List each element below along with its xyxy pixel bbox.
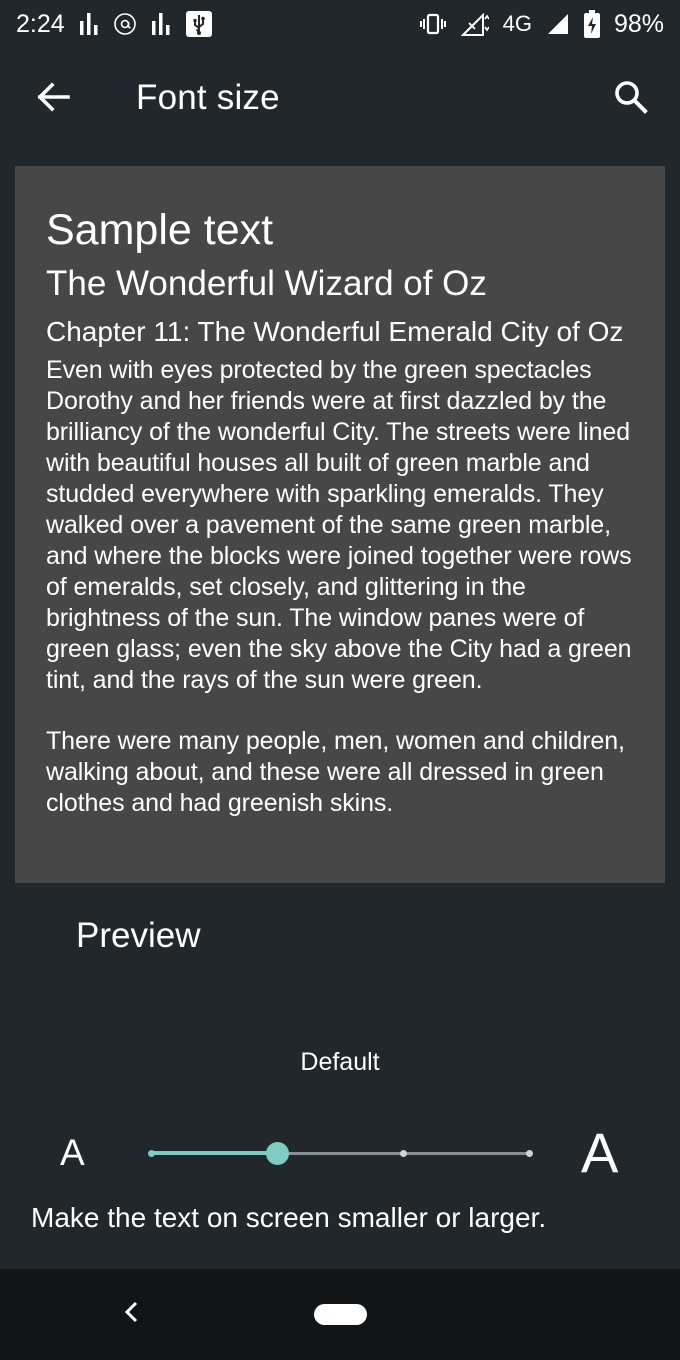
slider-step-2[interactable] [399, 1150, 407, 1157]
large-text-glyph: A [581, 1121, 619, 1184]
slider-step-0[interactable] [147, 1150, 155, 1157]
home-pill-icon[interactable] [314, 1304, 367, 1325]
cell-signal-icon [546, 12, 570, 36]
navigation-bar [0, 1269, 680, 1360]
font-size-current-label: Default [300, 1048, 380, 1076]
slider-fill [151, 1151, 277, 1155]
battery-percent: 98% [613, 9, 664, 38]
app-bar: Font size [0, 48, 680, 152]
mobile-data-icon [460, 11, 489, 37]
sample-heading: Sample text [46, 206, 274, 254]
nav-back-icon [123, 1301, 139, 1328]
usb-icon [185, 10, 213, 38]
at-circle-icon [113, 12, 137, 36]
vibrate-icon [419, 13, 447, 35]
nav-back-button[interactable] [116, 1297, 146, 1331]
slider-step-3[interactable] [525, 1150, 533, 1157]
back-button[interactable] [30, 76, 76, 122]
signal-bars-icon [151, 11, 171, 37]
signal-bars-icon [79, 11, 99, 37]
chapter-title: Chapter 11: The Wonderful Emerald City o… [46, 316, 624, 347]
preview-paragraph: There were many people, men, women and c… [46, 727, 625, 817]
font-size-screen: 2:24 4G 98% Font size Sample text The Wo… [0, 0, 680, 1360]
preview-label: Preview [76, 916, 201, 955]
status-bar-right: 4G 98% [419, 10, 664, 39]
book-title: The Wonderful Wizard of Oz [46, 264, 487, 303]
status-time: 2:24 [16, 9, 65, 38]
font-size-slider[interactable] [147, 1140, 533, 1166]
arrow-back-icon [36, 81, 70, 117]
slider-thumb[interactable] [265, 1142, 289, 1165]
small-text-glyph: A [60, 1132, 85, 1173]
network-type: 4G [502, 11, 532, 36]
battery-charging-icon [583, 10, 600, 38]
status-bar: 2:24 4G 98% [0, 0, 680, 48]
search-icon [614, 80, 648, 119]
status-bar-left: 2:24 [16, 10, 213, 39]
page-title: Font size [136, 78, 280, 117]
search-button[interactable] [608, 76, 654, 122]
preview-paragraph: Even with eyes protected by the green sp… [46, 356, 632, 694]
font-size-hint: Make the text on screen smaller or large… [31, 1202, 547, 1233]
preview-card: Sample text The Wonderful Wizard of Oz C… [15, 166, 665, 883]
